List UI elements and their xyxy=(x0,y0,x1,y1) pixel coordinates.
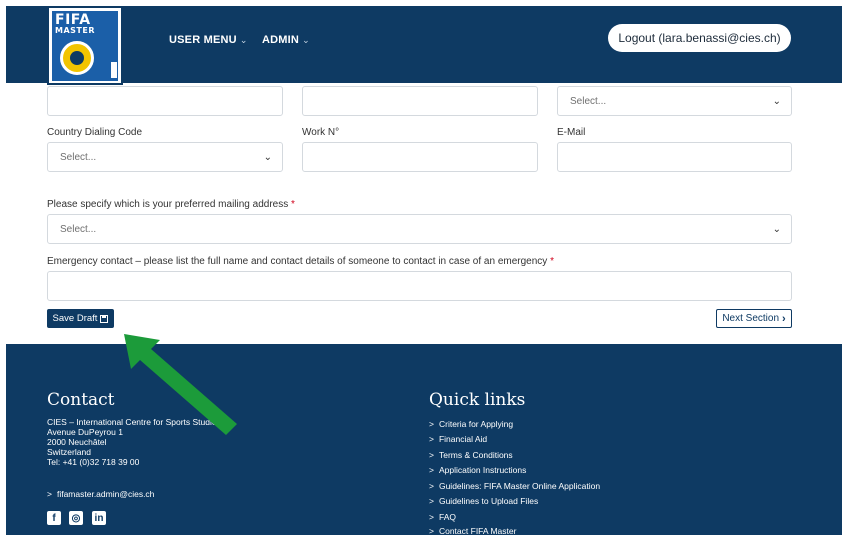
chevron-down-icon: ⌄ xyxy=(263,152,272,163)
quick-link-guidelines-online[interactable]: > Guidelines: FIFA Master Online Applicat… xyxy=(429,481,600,491)
logo-badge: FIFA MASTER xyxy=(52,11,118,81)
logo-side-strip xyxy=(111,62,117,78)
quick-link-label: Guidelines to Upload Files xyxy=(438,496,539,506)
quick-link-criteria[interactable]: > Criteria for Applying xyxy=(429,419,513,429)
nav-admin-label: ADMIN xyxy=(262,34,300,46)
select-placeholder: Select... xyxy=(60,152,97,163)
chevron-right-icon: > xyxy=(429,419,434,429)
select-placeholder: Select... xyxy=(570,96,607,107)
quick-link-financial-aid[interactable]: > Financial Aid xyxy=(429,434,487,444)
contact-phone: Tel: +41 (0)32 718 39 00 xyxy=(47,457,140,467)
quick-link-contact[interactable]: > Contact FIFA Master xyxy=(429,526,516,535)
contact-email-link[interactable]: > fifamaster.admin@cies.ch xyxy=(47,489,154,499)
mailing-address-label: Please specify which is your preferred m… xyxy=(47,199,295,210)
save-draft-button[interactable]: Save Draft xyxy=(47,309,114,328)
floppy-disk-icon xyxy=(100,314,109,323)
text-input-top-middle[interactable] xyxy=(302,86,538,116)
nav-user-menu[interactable]: USER MENU ⌄ xyxy=(169,34,248,46)
emergency-contact-label-text: Emergency contact – please list the full… xyxy=(47,256,548,267)
quick-link-label: Financial Aid xyxy=(438,434,488,444)
quick-link-label: Guidelines: FIFA Master Online Applicati… xyxy=(438,481,601,491)
work-number-input[interactable] xyxy=(302,142,538,172)
quick-link-label: Criteria for Applying xyxy=(438,419,514,429)
facebook-icon[interactable]: f xyxy=(47,511,61,525)
select-placeholder: Select... xyxy=(60,224,97,235)
email-label: E-Mail xyxy=(557,127,586,138)
quick-link-label: Terms & Conditions xyxy=(438,450,513,460)
contact-email-text: fifamaster.admin@cies.ch xyxy=(56,489,155,499)
linkedin-icon[interactable]: in xyxy=(92,511,106,525)
emergency-contact-input[interactable] xyxy=(47,271,792,301)
quick-link-label: Application Instructions xyxy=(438,465,527,475)
logo-line2: MASTER xyxy=(55,26,95,35)
logo-text: FIFA MASTER xyxy=(55,13,95,35)
quick-link-terms[interactable]: > Terms & Conditions xyxy=(429,450,513,460)
chevron-right-icon: > xyxy=(429,481,434,491)
quick-links-title: Quick links xyxy=(429,390,526,410)
mailing-address-select[interactable]: Select... ⌄ xyxy=(47,214,792,244)
contact-line: 2000 Neuchâtel xyxy=(47,437,107,447)
chevron-right-icon: > xyxy=(429,434,434,444)
chevron-right-icon: › xyxy=(782,312,786,325)
country-dialing-code-select[interactable]: Select... ⌄ xyxy=(47,142,283,172)
mailing-address-label-text: Please specify which is your preferred m… xyxy=(47,199,289,210)
chevron-right-icon: > xyxy=(429,465,434,475)
required-marker: * xyxy=(291,199,295,210)
nav-user-menu-label: USER MENU xyxy=(169,34,237,46)
contact-line: Switzerland xyxy=(47,447,91,457)
contact-title: Contact xyxy=(47,390,115,410)
work-number-label: Work N° xyxy=(302,127,340,138)
next-section-label: Next Section xyxy=(722,313,780,324)
next-section-button[interactable]: Next Section › xyxy=(716,309,792,328)
chevron-down-icon: ⌄ xyxy=(239,35,248,45)
chevron-down-icon: ⌄ xyxy=(772,96,781,107)
emergency-contact-label: Emergency contact – please list the full… xyxy=(47,256,554,267)
football-icon xyxy=(60,41,94,75)
chevron-down-icon: ⌄ xyxy=(772,224,781,235)
quick-link-label: FAQ xyxy=(438,512,456,522)
country-dialing-code-label: Country Dialing Code xyxy=(47,127,143,138)
chevron-down-icon: ⌄ xyxy=(302,35,310,45)
chevron-right-icon: > xyxy=(47,489,52,499)
quick-link-guidelines-upload[interactable]: > Guidelines to Upload Files xyxy=(429,496,538,506)
chevron-right-icon: > xyxy=(429,526,434,535)
required-marker: * xyxy=(550,256,554,267)
text-input-top-left[interactable] xyxy=(47,86,283,116)
instagram-icon[interactable]: ◎ xyxy=(69,511,83,525)
save-draft-label: Save Draft xyxy=(52,313,98,324)
email-input[interactable] xyxy=(557,142,792,172)
logo-line1: FIFA xyxy=(55,12,91,28)
fifa-master-logo[interactable]: FIFA MASTER xyxy=(47,6,123,85)
chevron-right-icon: > xyxy=(429,496,434,506)
quick-link-instructions[interactable]: > Application Instructions xyxy=(429,465,526,475)
chevron-right-icon: > xyxy=(429,450,434,460)
nav-admin[interactable]: ADMIN ⌄ xyxy=(262,34,310,46)
select-top-right[interactable]: Select... ⌄ xyxy=(557,86,792,116)
arrow-shape xyxy=(124,334,237,435)
site-header: FIFA MASTER USER MENU ⌄ ADMIN ⌄ Logout (la… xyxy=(6,6,842,85)
logout-button[interactable]: Logout (lara.benassi@cies.ch) xyxy=(608,24,791,52)
chevron-right-icon: > xyxy=(429,512,434,522)
annotation-arrow-icon xyxy=(124,334,237,435)
quick-link-label: Contact FIFA Master xyxy=(438,526,517,535)
quick-link-faq[interactable]: > FAQ xyxy=(429,512,456,522)
